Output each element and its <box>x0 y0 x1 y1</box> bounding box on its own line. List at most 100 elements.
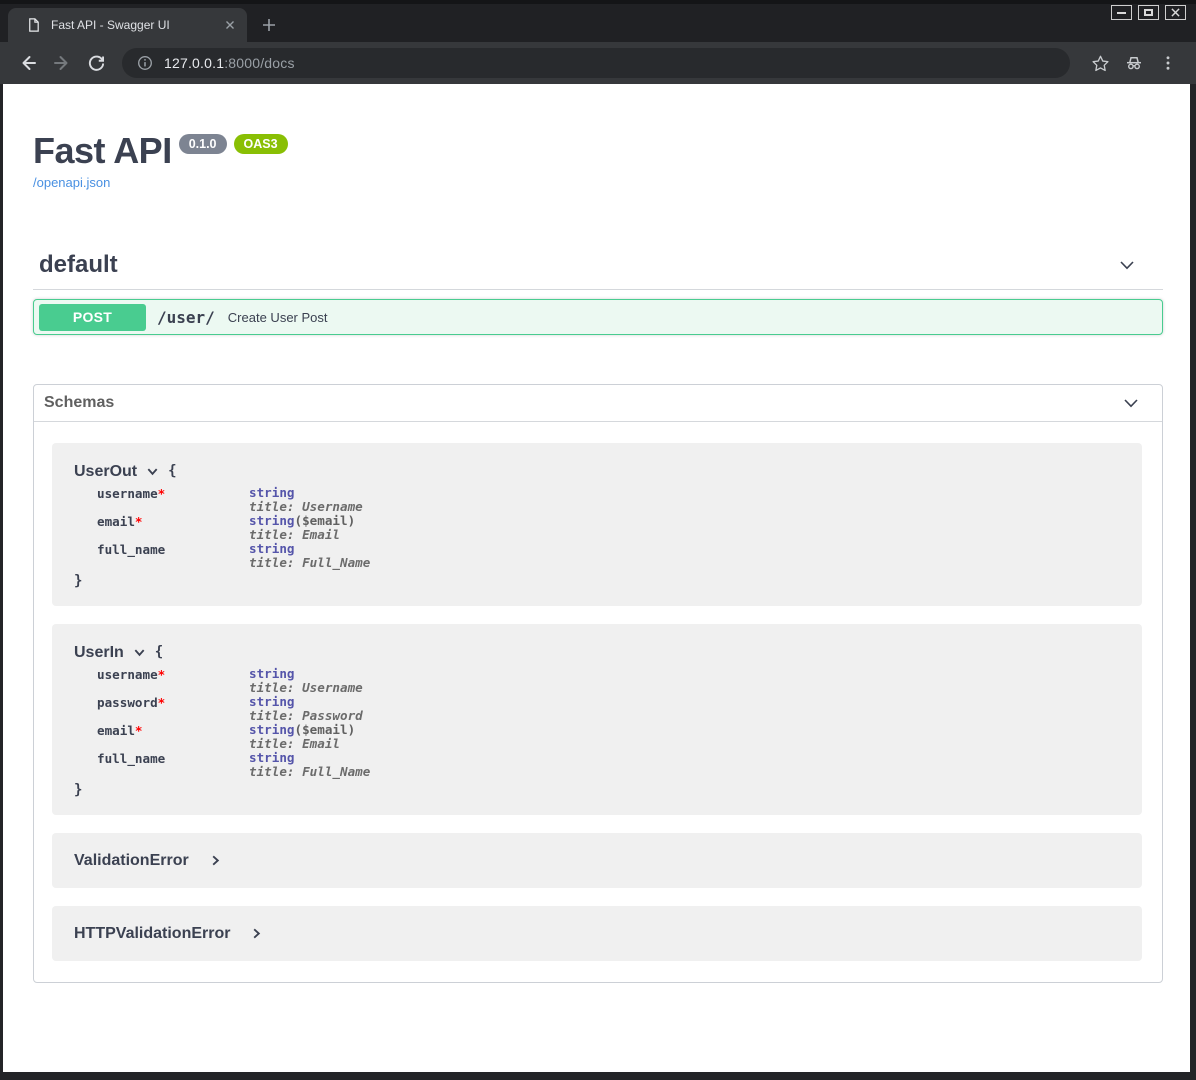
incognito-icon[interactable] <box>1120 49 1148 77</box>
type-name: string <box>249 750 295 765</box>
operation-post-user[interactable]: POST /user/ Create User Post <box>33 299 1163 335</box>
property-name-text: password <box>97 695 158 710</box>
property-title-attr: title: Email <box>249 737 355 751</box>
property-title-attr: title: Full_Name <box>249 765 370 779</box>
tag-section-default: default POST /user/ Create User Post <box>33 251 1163 335</box>
browser-toolbar: 127.0.0.1:8000/docs <box>0 42 1196 84</box>
property-type: stringtitle: Username <box>249 667 363 695</box>
chevron-right-icon[interactable] <box>250 927 263 940</box>
reload-button[interactable] <box>82 49 110 77</box>
required-star: * <box>135 514 143 529</box>
model-title: UserIn <box>74 643 124 662</box>
property-name-text: full_name <box>97 751 165 766</box>
type-line: string <box>249 695 363 709</box>
type-line: string($email) <box>249 723 355 737</box>
window-controls <box>1111 5 1186 20</box>
back-button[interactable] <box>14 49 42 77</box>
model-title: UserOut <box>74 462 137 481</box>
property-name: full_name <box>97 542 249 570</box>
model-header[interactable]: ValidationError <box>74 851 1122 870</box>
close-brace: } <box>74 573 1122 589</box>
property-type: stringtitle: Full_Name <box>249 542 370 570</box>
model-header[interactable]: UserOut { <box>74 462 1122 481</box>
model-title: ValidationError <box>74 851 189 870</box>
property-title-attr: title: Email <box>249 528 355 542</box>
type-name: string <box>249 694 295 709</box>
type-name: string <box>249 513 295 528</box>
chevron-right-icon[interactable] <box>209 854 222 867</box>
property-name-text: username <box>97 486 158 501</box>
schemas-heading: Schemas <box>44 394 114 412</box>
type-name: string <box>249 666 295 681</box>
schemas-body: UserOut{username*stringtitle: Usernameem… <box>34 422 1162 982</box>
new-tab-button[interactable] <box>254 10 284 40</box>
maximize-icon <box>1144 9 1153 16</box>
browser-menu-icon[interactable] <box>1154 49 1182 77</box>
url-text: 127.0.0.1:8000/docs <box>164 55 295 71</box>
close-icon <box>1171 8 1180 17</box>
maximize-button[interactable] <box>1138 5 1159 20</box>
method-badge[interactable]: POST <box>39 304 146 331</box>
tag-header[interactable]: default <box>33 251 1163 290</box>
model-header[interactable]: HTTPValidationError <box>74 924 1122 943</box>
required-star: * <box>135 723 143 738</box>
model-properties: username*stringtitle: Usernameemail*stri… <box>74 486 1122 570</box>
property-type: stringtitle: Username <box>249 486 363 514</box>
chevron-down-icon[interactable] <box>1121 393 1141 413</box>
property-row: email*string($email)title: Email <box>74 723 1122 751</box>
open-brace: { <box>155 643 163 662</box>
property-name: username* <box>97 486 249 514</box>
property-type: stringtitle: Password <box>249 695 363 723</box>
property-type: string($email)title: Email <box>249 723 355 751</box>
property-row: username*stringtitle: Username <box>74 486 1122 514</box>
property-type: stringtitle: Full_Name <box>249 751 370 779</box>
minimize-icon <box>1117 12 1126 14</box>
address-bar[interactable]: 127.0.0.1:8000/docs <box>122 48 1070 78</box>
tab-title: Fast API - Swagger UI <box>51 18 221 32</box>
tab-close-icon[interactable] <box>221 16 239 34</box>
property-name: password* <box>97 695 249 723</box>
property-type: string($email)title: Email <box>249 514 355 542</box>
open-brace: { <box>168 462 176 481</box>
tag-name: default <box>39 251 118 279</box>
operation-path: /user/ <box>157 308 215 327</box>
close-button[interactable] <box>1165 5 1186 20</box>
type-format: ($email) <box>295 513 356 528</box>
minimize-button[interactable] <box>1111 5 1132 20</box>
property-row: username*stringtitle: Username <box>74 667 1122 695</box>
property-title-attr: title: Full_Name <box>249 556 370 570</box>
type-line: string($email) <box>249 514 355 528</box>
swagger-ui: Fast API 0.1.0 OAS3 /openapi.json defaul… <box>3 84 1190 983</box>
property-row: email*string($email)title: Email <box>74 514 1122 542</box>
model-header[interactable]: UserIn { <box>74 643 1122 662</box>
property-name-text: email <box>97 723 135 738</box>
chevron-down-icon[interactable] <box>133 646 146 659</box>
url-path: :8000/docs <box>224 55 295 71</box>
type-name: string <box>249 722 295 737</box>
browser-window: Fast API - Swagger UI <box>0 0 1196 1080</box>
chevron-down-icon[interactable] <box>1117 255 1137 275</box>
type-name: string <box>249 485 295 500</box>
openapi-spec-link[interactable]: /openapi.json <box>33 175 110 190</box>
forward-button[interactable] <box>48 49 76 77</box>
property-row: full_name stringtitle: Full_Name <box>74 542 1122 570</box>
page-favicon-icon <box>26 17 41 33</box>
site-info-icon[interactable] <box>136 54 154 72</box>
type-name: string <box>249 541 295 556</box>
property-name: email* <box>97 723 249 751</box>
browser-tab[interactable]: Fast API - Swagger UI <box>8 8 247 42</box>
bookmark-star-icon[interactable] <box>1086 49 1114 77</box>
property-name: full_name <box>97 751 249 779</box>
schemas-header[interactable]: Schemas <box>34 385 1162 422</box>
property-row: full_name stringtitle: Full_Name <box>74 751 1122 779</box>
property-name-text: full_name <box>97 542 165 557</box>
property-name: email* <box>97 514 249 542</box>
model-properties: username*stringtitle: Usernamepassword*s… <box>74 667 1122 779</box>
property-title-attr: title: Username <box>249 500 363 514</box>
url-host: 127.0.0.1 <box>164 55 224 71</box>
property-title-attr: title: Password <box>249 709 363 723</box>
model-title: HTTPValidationError <box>74 924 230 943</box>
chevron-down-icon[interactable] <box>146 465 159 478</box>
oas3-badge: OAS3 <box>234 134 288 154</box>
model-card-httpvalidationerror: HTTPValidationError <box>52 906 1142 961</box>
